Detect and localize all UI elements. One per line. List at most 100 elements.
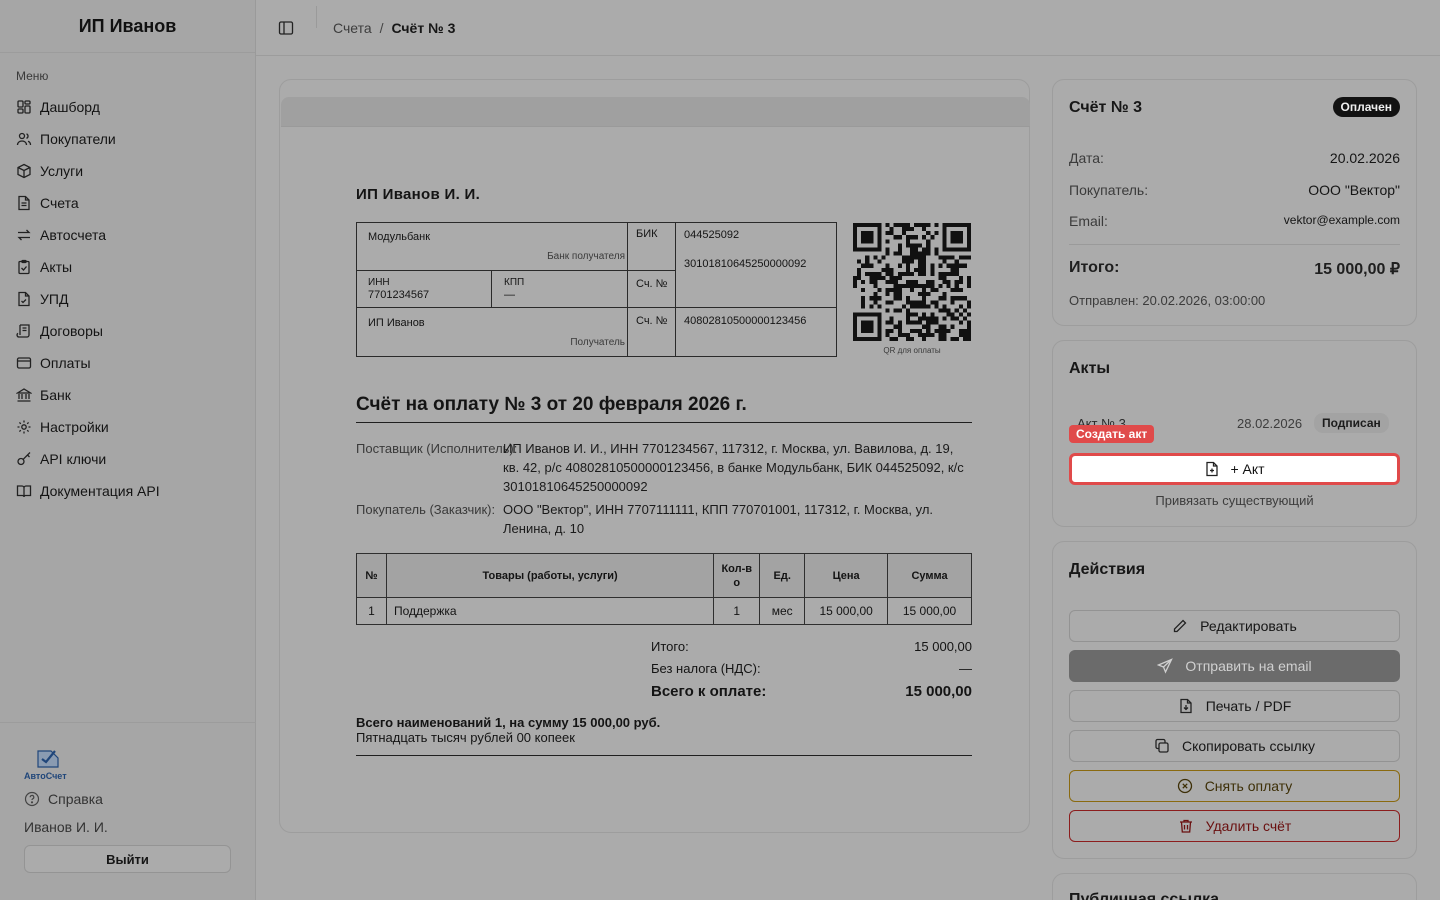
link-existing-act[interactable]: Привязать существующий (1069, 493, 1400, 508)
topbar: Счета / Счёт № 3 (256, 0, 1440, 56)
sidebar-item-label: Акты (40, 259, 73, 275)
sidebar-item-label: Покупатели (40, 131, 116, 147)
edit-button[interactable]: Редактировать (1069, 610, 1400, 642)
cancel-payment-button[interactable]: Снять оплату (1069, 770, 1400, 802)
copy-link-button[interactable]: Скопировать ссылку (1069, 730, 1400, 762)
buyer-value: ООО "Вектор", ИНН 7707111111, КПП 770701… (503, 502, 934, 536)
sidebar-item-label: Оплаты (40, 355, 91, 371)
users-icon (16, 131, 32, 147)
cell-qty: 1 (713, 597, 761, 625)
buyer-info-label: Покупатель: (1069, 182, 1149, 198)
box-icon (16, 163, 32, 179)
breadcrumb-invoices[interactable]: Счета (333, 20, 372, 36)
subtotal-value: 15 000,00 (914, 639, 972, 654)
corr-account: 30101810645250000092 (684, 258, 807, 270)
menu-caption: Меню (16, 69, 49, 83)
buyer-info-value: ООО "Вектор" (1308, 182, 1400, 198)
sidebar-item-acts[interactable]: Акты (0, 251, 255, 283)
help-link[interactable]: Справка (24, 791, 232, 807)
supplier-label: Поставщик (Исполнитель): (356, 441, 518, 456)
sidebar-item-label: Договоры (40, 323, 103, 339)
sidebar: ИП Иванов Меню Дашборд Покупатели Услуги… (0, 0, 256, 900)
sidebar-menu: Дашборд Покупатели Услуги Счета Автосчет… (0, 91, 255, 507)
col-header-number: № (356, 553, 387, 598)
sidebar-item-buyers[interactable]: Покупатели (0, 123, 255, 155)
sidebar-item-label: Настройки (40, 419, 109, 435)
supplier-value: ИП Иванов И. И., ИНН 7701234567, 117312,… (503, 441, 964, 494)
date-value: 20.02.2026 (1329, 150, 1400, 166)
sidebar-item-contracts[interactable]: Договоры (0, 315, 255, 347)
delete-invoice-label: Удалить счёт (1205, 818, 1292, 834)
help-label: Справка (48, 791, 103, 807)
date-row: Дата: 20.02.2026 (1069, 150, 1400, 166)
account-value: 40802810500000123456 (684, 315, 807, 327)
invoice-title: Счёт на оплату № 3 от 20 февраля 2026 г. (356, 394, 972, 423)
payment-qr-code (853, 223, 971, 341)
sidebar-item-label: Документация API (40, 483, 160, 499)
add-act-label: + Акт (1230, 461, 1265, 477)
vat-value: — (959, 661, 972, 676)
recipient-caption: Получатель (570, 337, 625, 348)
sidebar-item-settings[interactable]: Настройки (0, 411, 255, 443)
act-status-badge: Подписан (1314, 413, 1389, 433)
inn-value: 7701234567 (368, 289, 430, 301)
logout-button[interactable]: Выйти (24, 845, 231, 873)
account-label: Сч. № (636, 278, 668, 290)
sent-row: Отправлен: 20.02.2026, 03:00:00 (1069, 293, 1400, 308)
sidebar-item-api-docs[interactable]: Документация API (0, 475, 255, 507)
sidebar-toggle-icon[interactable] (278, 20, 294, 36)
acts-panel-title: Акты (1069, 360, 1111, 377)
col-header-price: Цена (804, 553, 889, 598)
sidebar-item-invoices[interactable]: Счета (0, 187, 255, 219)
bank-name: Модульбанк (368, 231, 431, 243)
sidebar-item-bank[interactable]: Банк (0, 379, 255, 411)
actions-panel-title: Действия (1069, 561, 1146, 578)
header-divider (316, 5, 317, 28)
copy-link-label: Скопировать ссылку (1181, 738, 1316, 754)
x-circle-icon (1177, 778, 1192, 794)
sidebar-item-upd[interactable]: УПД (0, 283, 255, 315)
gear-icon (16, 419, 32, 435)
send-email-label: Отправить на email (1185, 658, 1312, 674)
book-icon (16, 483, 32, 499)
print-pdf-button[interactable]: Печать / PDF (1069, 690, 1400, 722)
col-header-qty: Кол-во (713, 553, 761, 598)
brand-title: ИП Иванов (0, 0, 255, 53)
delete-invoice-button[interactable]: Удалить счёт (1069, 810, 1400, 842)
sidebar-item-dashboard[interactable]: Дашборд (0, 91, 255, 123)
trash-icon (1179, 819, 1192, 833)
sidebar-item-auto-invoices[interactable]: Автосчета (0, 219, 255, 251)
sidebar-item-services[interactable]: Услуги (0, 155, 255, 187)
vat-row: Без налога (НДС): — (651, 661, 972, 676)
total-label: Всего к оплате: (651, 683, 767, 700)
cell-number: 1 (356, 597, 387, 625)
info-total-row: Итого: 15 000,00 ₽ (1069, 259, 1400, 279)
seller-title: ИП Иванов И. И. (356, 186, 481, 203)
sidebar-item-label: Банк (40, 387, 71, 403)
cell-goods: Поддержка (385, 597, 715, 625)
add-act-button[interactable]: + Акт (1069, 453, 1400, 485)
sidebar-item-label: Услуги (40, 163, 84, 179)
file-check-icon (16, 291, 32, 307)
items-table: № Товары (работы, услуги) Кол-во Ед. Цен… (356, 553, 972, 625)
logo-icon (37, 750, 59, 768)
pencil-icon (1173, 619, 1187, 633)
sidebar-item-api-keys[interactable]: API ключи (0, 443, 255, 475)
help-circle-icon (24, 791, 40, 807)
sidebar-item-label: Счета (40, 195, 79, 211)
info-total-label: Итого: (1069, 259, 1120, 276)
vat-label: Без налога (НДС): (651, 661, 761, 676)
user-name: Иванов И. И. (24, 819, 108, 835)
clipboard-check-icon (16, 259, 32, 275)
col-header-sum: Сумма (887, 553, 972, 598)
document-end-divider (356, 755, 972, 756)
sidebar-item-payments[interactable]: Оплаты (0, 347, 255, 379)
cell-sum: 15 000,00 (887, 597, 972, 625)
summary-line: Всего наименований 1, на сумму 15 000,00… (356, 715, 661, 730)
send-email-button[interactable]: Отправить на email (1069, 650, 1400, 682)
acts-panel: Акты Акт № 3 28.02.2026 Подписан Создать… (1052, 340, 1417, 527)
preview-toolbar (281, 97, 1030, 127)
total-row: Всего к оплате: 15 000,00 (651, 683, 972, 700)
file-text-icon (16, 195, 32, 211)
subtotal-label: Итого: (651, 639, 689, 654)
